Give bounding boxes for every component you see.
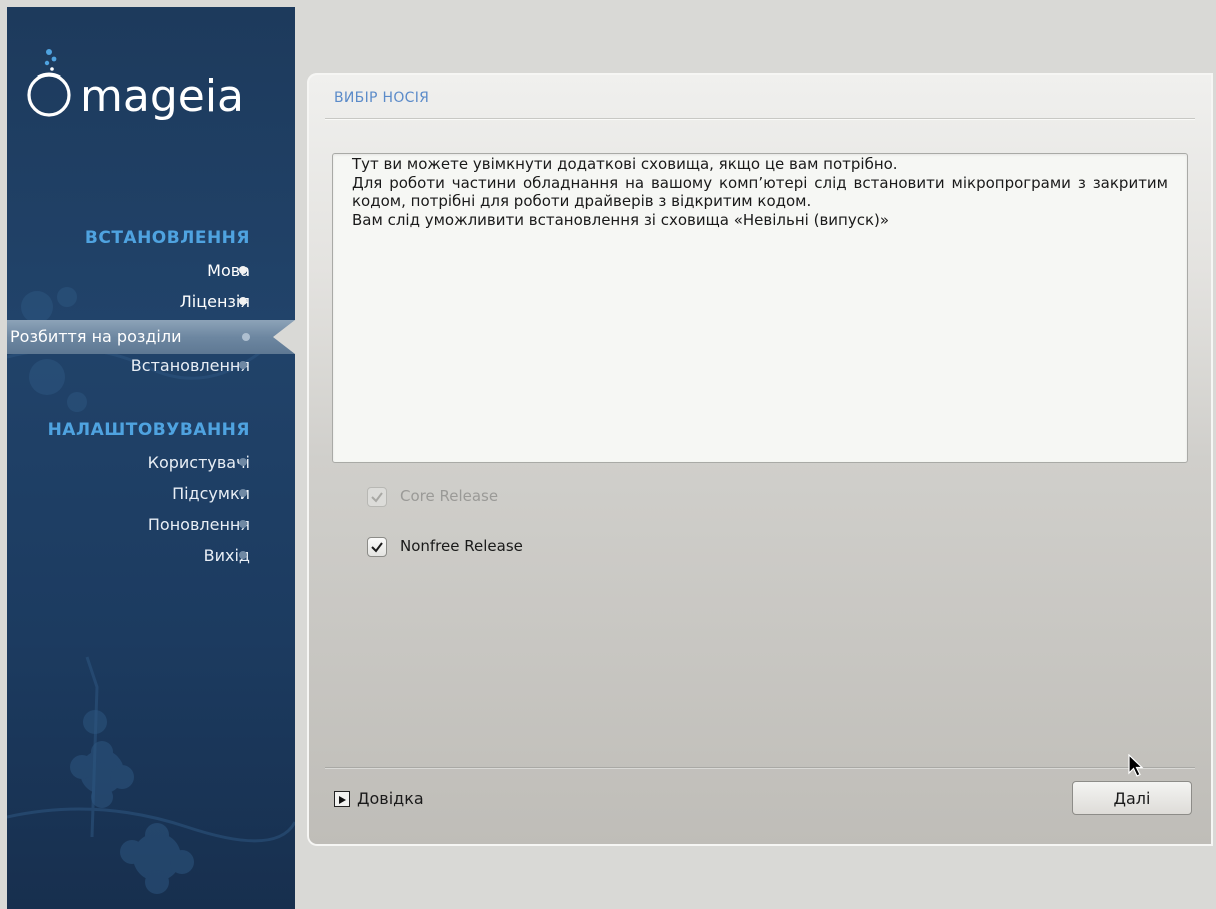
bottom-divider [325, 767, 1195, 768]
help-label: Довідка [357, 789, 424, 808]
step-done-dot [239, 297, 247, 305]
step-current-dot [242, 333, 250, 341]
info-text-box: Тут ви можете увімкнути додаткові сховищ… [332, 153, 1188, 463]
next-button[interactable]: Далі [1072, 781, 1192, 815]
title-divider [325, 118, 1195, 119]
main-panel: ВИБІР НОСІЯ Тут ви можете увімкнути дода… [307, 73, 1213, 846]
step-pending-dot [239, 551, 247, 559]
sidebar-item-partitioning: Розбиття на розділи [7, 320, 295, 354]
step-done-dot [239, 266, 247, 274]
section-title-configuration: НАЛАШТОВУВАННЯ [47, 420, 250, 440]
checkbox-label: Core Release [400, 487, 499, 505]
sidebar-item-label: Розбиття на розділи [10, 327, 182, 346]
checkbox-box [367, 487, 387, 507]
info-line: Вам слід уможливити встановлення зі схов… [352, 210, 890, 229]
sidebar: mageia ВСТАНОВЛЕННЯ Мова Ліцензія Розбит… [7, 7, 295, 909]
sidebar-item-updates: Поновлення [147, 515, 250, 534]
step-pending-dot [239, 361, 247, 369]
checkmark-icon [371, 542, 383, 553]
checkmark-icon [371, 492, 383, 503]
page-title: ВИБІР НОСІЯ [334, 90, 430, 106]
logo-text: mageia [80, 71, 244, 122]
mouse-pointer-icon [1128, 754, 1144, 777]
step-pending-dot [239, 520, 247, 528]
step-pending-dot [239, 489, 247, 497]
info-line: Тут ви можете увімкнути додаткові сховищ… [352, 155, 898, 173]
step-pending-dot [239, 458, 247, 466]
current-step-pointer [273, 320, 295, 354]
expander-arrow-icon [334, 791, 350, 807]
sidebar-item-users: Користувачі [147, 453, 250, 472]
info-line: Для роботи частини обладнання на вашому … [352, 173, 1168, 211]
checkbox-label: Nonfree Release [400, 537, 523, 555]
mageia-logo: mageia [27, 49, 244, 122]
checkbox-box[interactable] [367, 537, 387, 557]
section-title-install: ВСТАНОВЛЕННЯ [84, 228, 250, 248]
sidebar-item-installation: Встановлення [130, 356, 250, 375]
